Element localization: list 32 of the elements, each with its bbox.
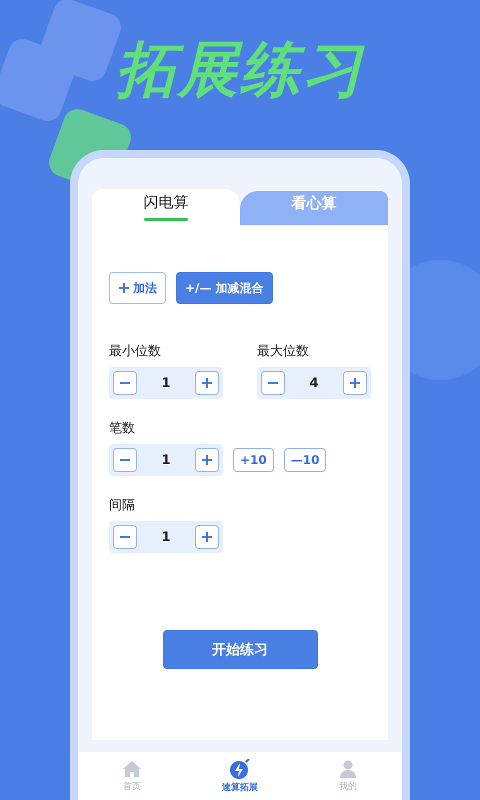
- lightning-icon: [229, 758, 251, 778]
- tab[interactable]: 闪电算: [92, 189, 240, 225]
- decrement-button[interactable]: [113, 525, 137, 549]
- decrement-button[interactable]: [113, 448, 137, 472]
- increment-button[interactable]: [194, 525, 219, 549]
- stepper-value: 4: [309, 376, 319, 390]
- stepper-value: 1: [161, 452, 171, 468]
- house-icon: [122, 760, 142, 778]
- mode-button[interactable]: 加法: [109, 272, 166, 304]
- field-label: 最大位数: [257, 343, 310, 360]
- increment-button[interactable]: [194, 371, 219, 395]
- plus-icon: [118, 282, 130, 294]
- stepper-value: 1: [161, 376, 171, 390]
- plus-icon: [200, 531, 213, 543]
- decrement-button[interactable]: [113, 371, 137, 395]
- stepper-value: 1: [161, 530, 171, 544]
- plus-icon: [348, 377, 361, 389]
- person-icon: [338, 760, 358, 778]
- step-button[interactable]: —10: [284, 448, 326, 472]
- headline: 拓展练习: [116, 34, 364, 106]
- step-button[interactable]: +10: [233, 448, 274, 472]
- increment-button[interactable]: [342, 371, 367, 395]
- start-button[interactable]: 开始练习: [162, 630, 318, 669]
- nav-item[interactable]: 速算拓展: [186, 752, 294, 800]
- increment-button[interactable]: [194, 448, 219, 472]
- plus-icon: [200, 377, 213, 389]
- field-label: 间隔: [109, 497, 136, 514]
- field-label: 最小位数: [109, 343, 162, 360]
- decrement-button[interactable]: [261, 371, 285, 395]
- mode-button[interactable]: +/— 加减混合: [176, 272, 273, 304]
- field-label: 笔数: [109, 420, 136, 437]
- plus-icon: [200, 454, 213, 466]
